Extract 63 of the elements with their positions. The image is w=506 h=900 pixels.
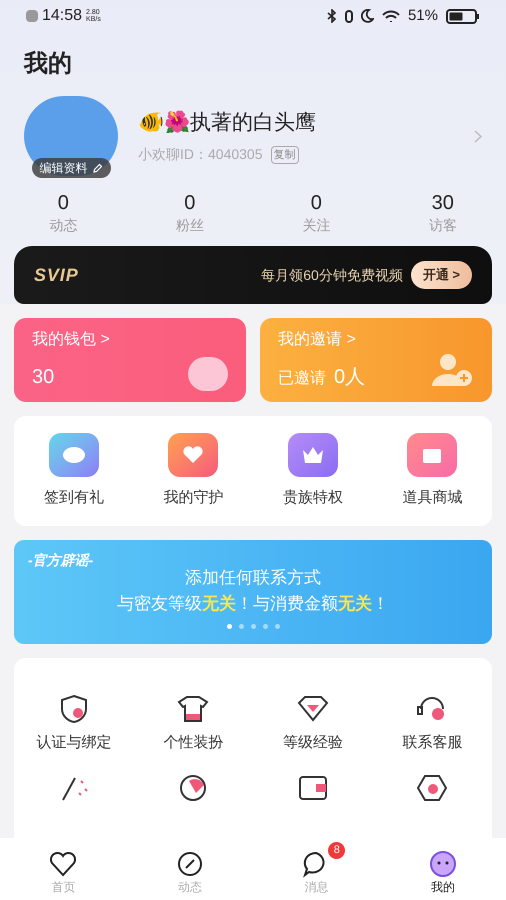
crown-icon (288, 432, 338, 477)
stat-label: 动态 (49, 216, 78, 234)
unread-badge: 8 (328, 842, 346, 859)
tab-item[interactable]: 消息 8 (287, 842, 346, 896)
battery-percent: 51% (408, 6, 438, 26)
feature-item[interactable]: 我的守护 (134, 432, 253, 510)
page-title: 我的 (22, 49, 73, 79)
settings-icon (415, 772, 450, 802)
svip-logo: SVIP (34, 264, 79, 286)
feature-item[interactable]: 签到有礼 (14, 432, 134, 510)
stat-value: 0 (184, 190, 196, 214)
service-label: 认证与绑定 (36, 733, 112, 753)
service-label: 等级经验 (282, 733, 343, 753)
card-title: 我的邀请 > (278, 330, 357, 350)
battery-icon (446, 8, 480, 24)
service-item[interactable]: 个性装扮 (134, 694, 253, 754)
face-icon (428, 850, 458, 878)
banner-headline: 添加任何联系方式 (185, 567, 321, 589)
user-name: 🐠🌺执著的白头鹰 (138, 110, 317, 136)
svip-promo-text: 每月领60分钟免费视频 (261, 266, 403, 284)
heart-icon (48, 850, 78, 878)
card-value: 30 (32, 365, 54, 390)
pencil-icon (92, 162, 102, 174)
banner-text: 与密友等级无关！与消费金额无关！ (117, 592, 389, 614)
stat-label: 关注 (302, 216, 330, 234)
feature-label: 贵族特权 (282, 488, 343, 508)
service-item[interactable]: 认证与绑定 (14, 694, 134, 754)
edit-profile-button[interactable]: 编辑资料 (32, 158, 110, 178)
service-label: 个性装扮 (163, 733, 224, 753)
clock-time: 14:58 (42, 6, 82, 26)
bean-icon (48, 432, 99, 477)
feature-item[interactable]: 道具商城 (372, 432, 492, 510)
shirt-icon (176, 694, 210, 724)
tab-item[interactable]: 我的 (414, 842, 472, 896)
card-title: 我的钱包 > (32, 330, 110, 350)
gem-icon (296, 694, 330, 724)
svip-banner[interactable]: SVIP 每月领60分钟免费视频 开通 > (14, 246, 492, 304)
user-id: 小欢聊ID：4040305 (138, 145, 263, 164)
feature-label: 签到有礼 (44, 488, 104, 508)
bean-icon (188, 357, 228, 391)
notification-icon (26, 10, 38, 22)
stat-value: 0 (58, 190, 69, 214)
invite-label: 已邀请 (278, 368, 326, 389)
service-item[interactable]: 等级经验 (253, 694, 372, 754)
wifi-icon (382, 10, 400, 22)
feature-label: 我的守护 (163, 488, 224, 508)
stat-label: 访客 (428, 216, 457, 234)
feature-item[interactable]: 贵族特权 (253, 432, 372, 510)
heart-icon (168, 432, 218, 477)
service-label: 联系客服 (402, 733, 462, 753)
feature-label: 道具商城 (402, 488, 462, 508)
service-item[interactable]: 联系客服 (372, 694, 492, 754)
box-icon (407, 432, 458, 477)
stat-value: 30 (432, 190, 454, 214)
stat-value: 0 (310, 190, 322, 214)
vibrate-icon (344, 10, 353, 22)
activate-button[interactable]: 开通 > (410, 261, 472, 289)
stat-label: 粉丝 (176, 216, 204, 234)
moon-icon (360, 9, 374, 23)
card-value: 0人 (334, 365, 366, 390)
bluetooth-icon (326, 9, 337, 23)
add-user-icon (430, 352, 474, 388)
chevron-right-icon[interactable] (474, 130, 482, 142)
